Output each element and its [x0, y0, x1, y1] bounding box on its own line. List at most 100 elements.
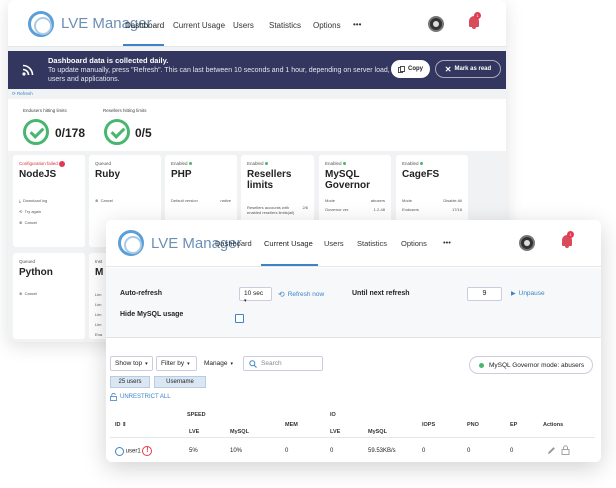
manage-label: Manage — [204, 360, 228, 367]
card-status: Queued — [19, 259, 36, 264]
endusers-limits-label: Endusers hitting limits — [23, 108, 67, 113]
sort-icon: ⇕ — [122, 422, 127, 428]
tab-current-usage[interactable]: Current Usage — [173, 21, 225, 30]
unrestrict-all-button[interactable]: UNRESTRICT ALL — [110, 393, 171, 401]
edit-pencil-icon[interactable] — [547, 446, 556, 455]
row-user-id[interactable]: user1 ! — [115, 446, 153, 456]
show-top-label: Show top — [115, 360, 143, 367]
card-status: Configuration failed — [19, 161, 66, 167]
top-nav-bar: LVE Manager Dashboard Current Usage User… — [106, 220, 601, 267]
unrestrict-all-label: UNRESTRICT ALL — [120, 394, 171, 400]
card-title: NodeJS — [19, 169, 57, 180]
more-menu-icon[interactable]: ••• — [443, 238, 451, 247]
col-group-io: IO — [330, 412, 336, 418]
refresh-interval-select[interactable]: 10 sec ▾ — [239, 287, 272, 304]
card-row-label: Ena — [95, 332, 103, 337]
avatar[interactable] — [428, 16, 444, 32]
rss-icon — [22, 64, 34, 76]
card-title: PHP — [171, 169, 192, 180]
card-row-label: Endusers — [402, 207, 419, 212]
tab-users[interactable]: Users — [324, 239, 344, 248]
notification-badge: 1 — [474, 12, 481, 19]
col-io-mysql: MySQL — [368, 429, 387, 435]
search-input[interactable]: Search — [243, 356, 323, 371]
avatar[interactable] — [519, 235, 535, 251]
col-io-lve: LVE — [330, 429, 341, 435]
copy-button[interactable]: Copy — [391, 60, 430, 78]
mark-as-read-button[interactable]: ✕ Mark as read — [435, 60, 501, 78]
card-title: MySQL Governor — [325, 169, 371, 191]
refresh-settings-panel: Auto-refresh 10 sec ▾ ⟲ Refresh now Unti… — [106, 268, 601, 338]
try-again-action[interactable]: ⟲ Try again — [19, 209, 41, 214]
mysql-governor-mode-label: MySQL Governor mode: abusers — [489, 361, 585, 369]
chip-username[interactable]: Username — [154, 376, 206, 388]
card-row-label: Mode — [402, 198, 413, 203]
manage-dropdown[interactable]: Manage ▾ — [200, 356, 241, 371]
col-pno: PNO — [467, 422, 479, 428]
filter-by-dropdown[interactable]: Filter by ▾ — [156, 356, 197, 371]
tab-current-usage[interactable]: Current Usage — [264, 239, 313, 248]
card-title: M — [95, 267, 104, 278]
tab-statistics[interactable]: Statistics — [357, 239, 387, 248]
users-table-section: Show top ▾ Filter by ▾ Manage ▾ Search 25 u… — [106, 338, 601, 462]
until-next-refresh-label: Until next refresh — [352, 290, 410, 297]
active-tab-indicator — [123, 44, 164, 46]
card-title: Resellers limits — [247, 169, 292, 191]
header-divider — [110, 437, 595, 438]
cell-io-lve: 0 — [330, 448, 334, 454]
card-row-label: Governor ver. — [325, 207, 350, 212]
col-group-speed: SPEED — [187, 412, 206, 418]
cell-io-mysql: 59.53KB/s — [368, 448, 396, 454]
tab-dashboard[interactable]: Dashboard — [215, 239, 252, 248]
cell-speed-mysql: 10% — [230, 448, 243, 454]
card-status: Enabled — [325, 161, 346, 166]
lve-logo-icon — [118, 230, 144, 256]
caret-down-icon: ▾ — [145, 360, 148, 367]
caret-down-icon: ▾ — [187, 360, 190, 367]
refresh-now-button[interactable]: ⟲ Refresh now — [278, 290, 324, 299]
user-icon — [115, 446, 124, 456]
play-icon: ▶ — [511, 291, 516, 297]
tab-dashboard[interactable]: Dashboard — [125, 21, 164, 30]
card-status: Enabled — [402, 161, 423, 166]
cell-iops: 0 — [422, 448, 426, 454]
card-title: Python — [19, 267, 53, 278]
lock-icon[interactable] — [561, 445, 570, 455]
refresh-link[interactable]: ⟳ Refresh — [12, 91, 33, 97]
warning-icon: ! — [142, 446, 153, 456]
card-row-label: Mode — [325, 198, 336, 203]
copy-icon — [398, 65, 405, 73]
tab-users[interactable]: Users — [233, 21, 254, 30]
auto-refresh-label: Auto-refresh — [120, 290, 163, 297]
more-menu-icon[interactable]: ••• — [353, 20, 361, 29]
cell-mem: 0 — [285, 448, 289, 454]
check-circle-icon — [104, 119, 130, 145]
card-row-label: Lim — [95, 312, 102, 317]
col-id[interactable]: ID ⇕ — [115, 422, 127, 428]
hide-mysql-checkbox[interactable] — [235, 314, 244, 323]
show-top-dropdown[interactable]: Show top ▾ — [110, 356, 153, 371]
tab-statistics[interactable]: Statistics — [269, 21, 301, 30]
banner-text: To update manually, press "Refresh". Thi… — [48, 67, 390, 83]
status-dot-icon — [419, 162, 423, 166]
card-row-label: Resellers accounts with enabled reseller… — [247, 205, 295, 215]
col-speed-mysql: MySQL — [230, 429, 249, 435]
cancel-action[interactable]: ⊗ Cancel — [19, 220, 37, 225]
cancel-action[interactable]: ⊗ Cancel — [95, 198, 113, 203]
notification-badge: 1 — [567, 231, 574, 238]
tab-options[interactable]: Options — [313, 21, 341, 30]
card-row-label: Default version — [171, 198, 198, 203]
close-icon: ✕ — [444, 64, 452, 74]
countdown-field[interactable]: 9 — [467, 287, 502, 301]
chip-users-count[interactable]: 25 users — [110, 376, 150, 388]
download-log-action[interactable]: ⤓ Download log — [19, 198, 47, 203]
tab-options[interactable]: Options — [401, 239, 427, 248]
hide-mysql-label: Hide MySQL usage — [120, 311, 184, 318]
cell-pno: 0 — [467, 448, 471, 454]
unpause-button[interactable]: ▶ Unpause — [511, 290, 545, 297]
status-dot-icon — [264, 162, 268, 166]
unpause-label: Unpause — [518, 290, 545, 297]
cancel-action[interactable]: ⊗ Cancel — [19, 291, 37, 296]
status-dot-icon — [479, 362, 484, 368]
error-icon — [59, 161, 66, 167]
